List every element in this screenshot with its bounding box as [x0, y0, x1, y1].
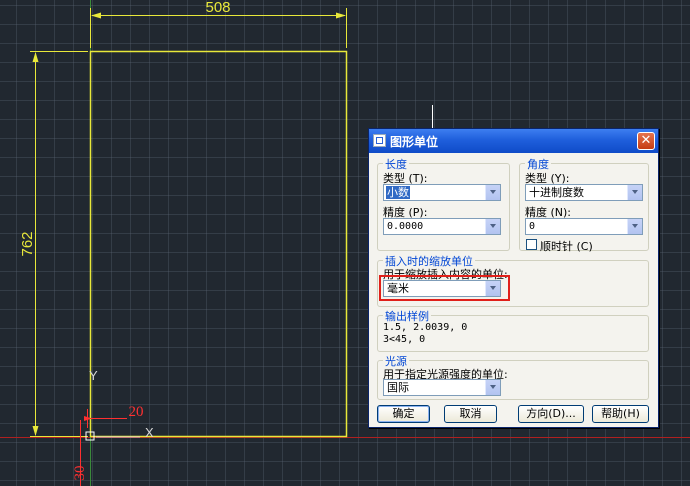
sample-line-1: 1.5, 2.0039, 0 [383, 322, 468, 333]
lighting-group: 光源 用于指定光源强度的单位: 国际 [377, 353, 649, 400]
angle-precision-select[interactable]: 0 [525, 218, 643, 235]
dimension-small-y-text: 30 [72, 466, 88, 481]
chevron-down-icon[interactable] [627, 219, 642, 234]
close-button[interactable]: ✕ [637, 132, 655, 150]
chevron-down-icon[interactable] [485, 219, 500, 234]
dimension-width-text: 508 [205, 0, 230, 16]
chevron-down-icon[interactable] [627, 185, 642, 200]
sample-line-2: 3<45, 0 [383, 334, 426, 345]
annotation-highlight-box [379, 275, 510, 301]
length-type-select[interactable]: 小数 [383, 184, 501, 201]
length-precision-value: 0.0000 [387, 221, 424, 232]
sheet-outline [89, 50, 348, 438]
lighting-units-select[interactable]: 国际 [383, 379, 501, 396]
dimension-height-text: 762 [19, 231, 36, 256]
app-icon [373, 134, 386, 147]
lighting-units-value: 国际 [387, 381, 409, 394]
angle-precision-value: 0 [529, 221, 536, 232]
length-precision-select[interactable]: 0.0000 [383, 218, 501, 235]
ucs-x-label: X [145, 425, 154, 440]
dialog-body: 长度 类型 (T): 小数 精度 (P): 0.0000 角度 类型 (Y): … [369, 153, 658, 427]
chevron-down-icon[interactable] [485, 380, 500, 395]
chevron-down-icon[interactable] [485, 185, 500, 200]
cancel-button[interactable]: 取消 [444, 405, 497, 423]
sample-output-group: 输出样例 1.5, 2.0039, 0 3<45, 0 [377, 308, 649, 352]
drawing-units-dialog: 图形单位 ✕ 长度 类型 (T): 小数 精度 (P): 0.0000 角度 类… [368, 128, 659, 428]
dimension-small-x-text: 20 [129, 404, 144, 420]
dialog-titlebar[interactable]: 图形单位 ✕ [369, 129, 658, 153]
angle-type-value: 十进制度数 [529, 186, 584, 199]
angle-group: 角度 类型 (Y): 十进制度数 精度 (N): 0 顺时针 (C) [519, 156, 649, 254]
ok-button[interactable]: 确定 [377, 405, 430, 423]
clockwise-label[interactable]: 顺时针 (C) [540, 238, 593, 254]
help-button[interactable]: 帮助(H) [592, 405, 649, 423]
length-type-value: 小数 [386, 186, 410, 199]
clockwise-checkbox[interactable] [526, 239, 537, 250]
ucs-y-label: Y [89, 368, 98, 383]
direction-button[interactable]: 方向(D)... [518, 405, 584, 423]
length-group: 长度 类型 (T): 小数 精度 (P): 0.0000 [377, 156, 510, 251]
angle-type-select[interactable]: 十进制度数 [525, 184, 643, 201]
dialog-title: 图形单位 [390, 135, 439, 149]
